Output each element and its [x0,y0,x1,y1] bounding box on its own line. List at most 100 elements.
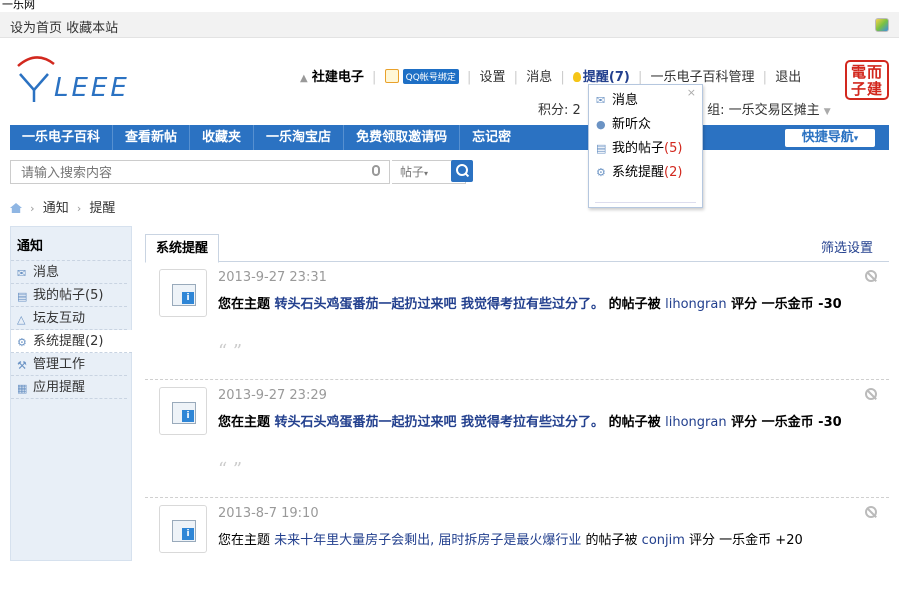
username-link[interactable]: 社建电子 [312,70,364,85]
qq-bind-link[interactable]: QQ帐号绑定 [402,69,459,84]
sidebar-item-app-remind[interactable]: ▦ 应用提醒 [11,376,127,399]
quote-icon: “ ” [218,341,243,362]
sidebar-item-my-posts[interactable]: ▤ 我的帖子(5) [11,284,127,307]
red-seal-logo: 電而 子建 [845,60,889,100]
notice-text: 您在主题 未来十年里大量房子会剩出, 届时拆房子是最火爆行业 的帖子被 conj… [218,533,803,548]
nav-item-new-posts[interactable]: 查看新帖 [113,125,191,150]
dropdown-item-system-remind[interactable]: ⚙ 系统提醒(2) [589,161,702,185]
notice-item: 2013-9-27 23:31 您在主题 转头石头鸡蛋番茄一起扔过来吧 我觉得考… [145,262,889,380]
nav-item-taobao[interactable]: 一乐淘宝店 [254,125,345,150]
topic-link[interactable]: 转头石头鸡蛋番茄一起扔过来吧 我觉得考拉有些过分了。 [275,297,605,312]
delete-icon[interactable] [865,270,877,282]
sidebar-item-label: 系统提醒(2) [33,334,104,349]
sidebar-item-interaction[interactable]: △ 坛友互动 [11,307,127,330]
breadcrumb: › 通知 › 提醒 [10,197,115,216]
close-icon[interactable]: × [687,86,696,99]
topic-link[interactable]: 转头石头鸡蛋番茄一起扔过来吧 我觉得考拉有些过分了。 [275,415,605,430]
sidebar-item-label: 坛友互动 [33,311,86,326]
sidebar-item-label: 管理工作 [33,357,86,372]
user-link[interactable]: lihongran [665,415,726,430]
notice-icon [159,269,207,317]
dropdown-item-label: 新听众 [612,117,652,132]
dropdown-divider [595,202,696,203]
tab-bar: 系统提醒 筛选设置 [145,232,889,263]
bookmark-link[interactable]: 收藏本站 [66,21,118,36]
sidebar-item-management[interactable]: ⚒ 管理工作 [11,353,127,376]
document-icon: ▤ [596,142,607,155]
remind-dropdown: × ✉ 消息 ● 新听众 ▤ 我的帖子(5) ⚙ 系统提醒(2) [588,84,703,208]
seal-line-2: 子建 [850,80,883,98]
main-nav: 一乐电子百科 查看新帖 收藏夹 一乐淘宝店 免费领取邀请码 忘记密 快捷导航▾ [10,125,889,150]
notice-time: 2013-9-27 23:31 [218,270,327,285]
user-link[interactable]: lihongran [665,297,726,312]
logout-link[interactable]: 退出 [775,70,801,85]
sidebar-item-messages[interactable]: ✉ 消息 [11,261,127,284]
main-content: 系统提醒 筛选设置 2013-9-27 23:31 您在主题 转头石头鸡蛋番茄一… [145,232,889,608]
notice-icon [159,387,207,435]
quick-nav-button[interactable]: 快捷导航▾ [785,129,875,147]
search-type-label: 帖子 [400,165,425,179]
home-icon[interactable] [10,203,22,213]
sidebar-item-label: 我的帖子(5) [33,288,104,303]
user-bar: ▲ 社建电子 | QQ帐号绑定 | 设置 | 消息 | 提醒(7) | 一乐电子… [300,69,802,85]
document-icon: ▤ [17,290,28,303]
manage-link[interactable]: 一乐电子百科管理 [651,70,755,85]
svg-text:LEEE: LEEE [54,73,130,103]
usergroup-link[interactable]: 组: 一乐交易区摊主 [707,103,820,118]
settings-link[interactable]: 设置 [480,70,506,85]
nav-item-favorites[interactable]: 收藏夹 [190,125,255,150]
notice-time: 2013-8-7 19:10 [218,506,319,521]
dropdown-item-label: 消息 [612,93,639,108]
dropdown-item-new-followers[interactable]: ● 新听众 [589,113,702,137]
person-icon: ● [596,118,606,131]
nav-item-invite[interactable]: 免费领取邀请码 [344,125,461,150]
messages-link[interactable]: 消息 [526,70,552,85]
delete-icon[interactable] [865,506,877,518]
search-input[interactable] [10,160,390,184]
top-bar: 设为首页 收藏本站 [0,12,899,38]
nav-item-forgot[interactable]: 忘记密 [460,125,523,150]
sidebar-item-system-remind[interactable]: ⚙ 系统提醒(2) [11,330,132,353]
notice-icon [159,505,207,553]
notice-text: 您在主题 转头石头鸡蛋番茄一起扔过来吧 我觉得考拉有些过分了。 的帖子被 lih… [218,415,842,430]
sidebar-item-label: 应用提醒 [33,380,86,395]
gear-icon: ⚙ [17,336,27,349]
user-link[interactable]: conjim [642,533,685,548]
breadcrumb-notice[interactable]: 通知 [43,201,69,216]
microphone-icon[interactable] [372,165,380,176]
window-title: 一乐网 [2,0,35,11]
user-icon: ▲ [300,73,308,84]
nav-item-wiki[interactable]: 一乐电子百科 [10,125,114,150]
filter-settings-link[interactable]: 筛选设置 [821,237,873,256]
sidebar: 通知 ✉ 消息 ▤ 我的帖子(5) △ 坛友互动 ⚙ 系统提醒(2) ⚒ 管理工作 ▦ 应用… [10,226,132,561]
dropdown-item-messages[interactable]: ✉ 消息 [589,89,702,113]
topic-link[interactable]: 未来十年里大量房子会剩出, 届时拆房子是最火爆行业 [274,533,581,548]
sidebar-item-label: 消息 [33,265,60,280]
envelope-icon: ✉ [596,94,606,107]
breadcrumb-remind: 提醒 [89,201,116,216]
bulb-icon [572,72,581,82]
dropdown-item-count: (5) [664,141,683,156]
skin-switcher-icon[interactable] [875,18,889,32]
notice-time: 2013-9-27 23:29 [218,388,327,403]
triangle-icon: △ [17,313,26,326]
envelope-icon: ✉ [17,267,27,280]
set-home-link[interactable]: 设为首页 [10,21,62,36]
grid-icon: ▦ [17,382,28,395]
dropdown-item-label: 系统提醒 [612,165,665,180]
dropdown-item-my-posts[interactable]: ▤ 我的帖子(5) [589,137,702,161]
dropdown-item-label: 我的帖子 [612,141,665,156]
site-logo[interactable]: LEEE [14,52,154,104]
search-button[interactable] [451,160,473,182]
gear-icon: ⚙ [596,166,606,179]
tab-system-remind[interactable]: 系统提醒 [145,234,220,263]
sidebar-title: 通知 [11,227,131,261]
dropdown-item-count: (2) [664,165,683,180]
delete-icon[interactable] [865,388,877,400]
notice-text: 您在主题 转头石头鸡蛋番茄一起扔过来吧 我觉得考拉有些过分了。 的帖子被 lih… [218,297,842,312]
score-link[interactable]: 积分: 2 [538,103,581,118]
remind-link[interactable]: 提醒(7) [583,70,630,85]
search-bar: 帖子▾ [10,160,889,186]
qq-icon [384,69,399,83]
quick-nav-label: 快捷导航 [801,130,854,145]
